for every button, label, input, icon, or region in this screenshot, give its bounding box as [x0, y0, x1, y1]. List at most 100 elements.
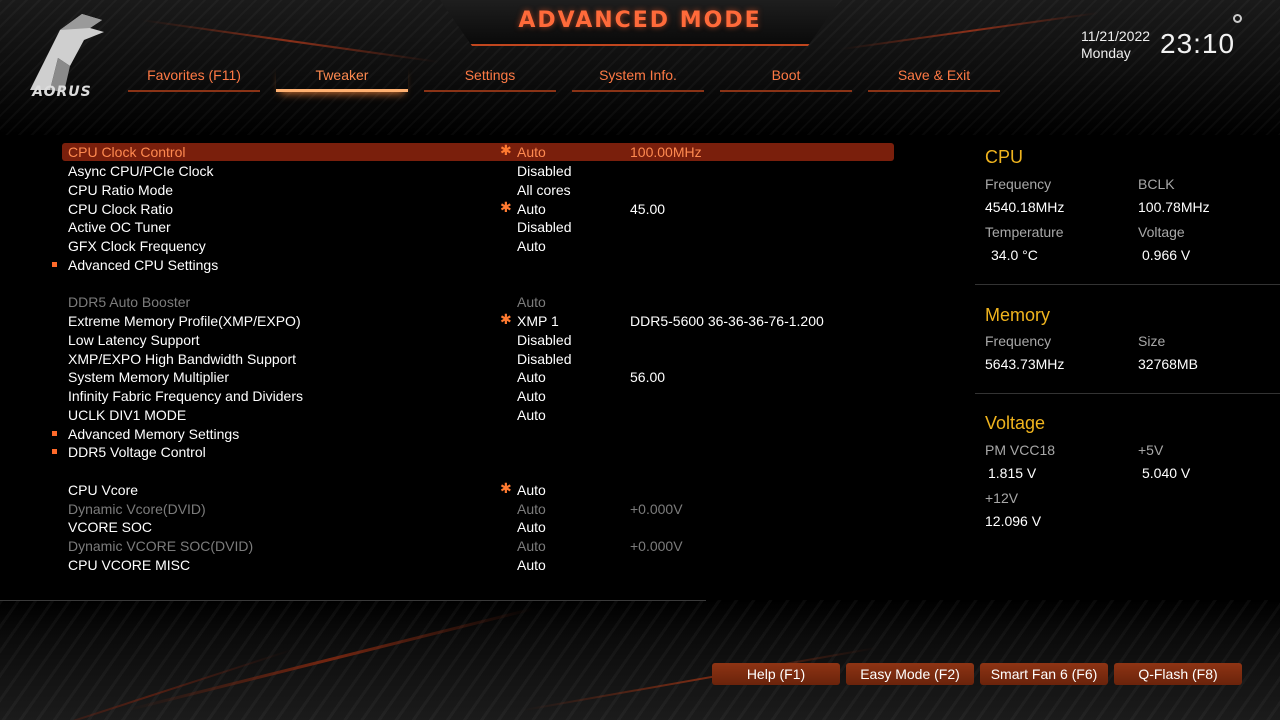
setting-label: System Memory Multiplier	[68, 369, 230, 385]
plus5v-label: +5V	[1138, 442, 1164, 458]
cpu-bclk-label: BCLK	[1138, 176, 1175, 192]
decor-streak	[141, 19, 439, 63]
tab-favorites[interactable]: Favorites (F11)	[128, 64, 260, 92]
setting-value: Auto	[517, 519, 546, 535]
tab-system-info[interactable]: System Info.	[572, 64, 704, 92]
setting-system-memory-multiplier[interactable]: System Memory Multiplier Auto 56.00	[62, 368, 894, 386]
setting-value: Auto	[517, 369, 546, 385]
setting-label: CPU Clock Ratio	[68, 201, 174, 217]
submenu-advanced-memory-settings[interactable]: Advanced Memory Settings	[52, 425, 894, 443]
setting-value: Auto	[517, 557, 546, 573]
pm-vcc18-label: PM VCC18	[985, 442, 1056, 458]
setting-label: Advanced Memory Settings	[68, 426, 240, 442]
cpu-bclk-value: 100.78MHz	[1138, 199, 1210, 215]
setting-cpu-vcore-misc[interactable]: CPU VCORE MISC Auto	[62, 556, 894, 574]
setting-value: Auto	[517, 501, 546, 517]
tab-tweaker[interactable]: Tweaker	[276, 64, 408, 92]
setting-cpu-clock-control[interactable]: CPU Clock Control ✱ Auto 100.00MHz	[62, 142, 894, 161]
memory-frequency-label: Frequency	[985, 333, 1052, 349]
setting-async-cpu-pcie-clock[interactable]: Async CPU/PCIe Clock Disabled	[62, 162, 894, 180]
setting-value: Auto	[517, 482, 546, 498]
submenu-advanced-cpu-settings[interactable]: Advanced CPU Settings	[52, 256, 894, 274]
cpu-section-title: CPU	[985, 147, 1024, 167]
plus12v-value: 12.096 V	[985, 513, 1042, 529]
settings-gear-icon[interactable]	[1233, 14, 1242, 23]
setting-infinity-fabric[interactable]: Infinity Fabric Frequency and Dividers A…	[62, 387, 894, 405]
setting-label: Low Latency Support	[68, 332, 200, 348]
setting-label: XMP/EXPO High Bandwidth Support	[68, 351, 297, 367]
setting-vcore-soc[interactable]: VCORE SOC Auto	[62, 518, 894, 536]
setting-dynamic-vcore-soc-dvid: Dynamic VCORE SOC(DVID) Auto +0.000V	[62, 537, 894, 555]
setting-value: Auto	[517, 294, 546, 310]
help-button[interactable]: Help (F1)	[712, 663, 840, 685]
cpu-frequency-value: 4540.18MHz	[985, 199, 1065, 215]
submenu-bullet-icon	[52, 449, 57, 454]
modified-star-icon: ✱	[500, 142, 512, 158]
setting-label: CPU VCORE MISC	[68, 557, 191, 573]
setting-value: Disabled	[517, 163, 572, 179]
setting-label: CPU Clock Control	[68, 144, 186, 160]
setting-readout: DDR5-5600 36-36-36-76-1.200	[630, 313, 824, 329]
mode-title: ADVANCED MODE	[518, 8, 762, 33]
setting-label: Infinity Fabric Frequency and Dividers	[68, 388, 303, 404]
voltage-section-title: Voltage	[985, 413, 1046, 433]
setting-value: Auto	[517, 201, 546, 217]
q-flash-button[interactable]: Q-Flash (F8)	[1114, 663, 1242, 685]
setting-label: Advanced CPU Settings	[68, 257, 219, 273]
setting-cpu-vcore[interactable]: CPU Vcore ✱ Auto	[62, 480, 894, 499]
memory-section-title: Memory	[985, 305, 1051, 325]
submenu-ddr5-voltage-control[interactable]: DDR5 Voltage Control	[52, 443, 894, 461]
cpu-voltage-label: Voltage	[1138, 224, 1185, 240]
plus12v-label: +12V	[985, 490, 1019, 506]
setting-low-latency-support[interactable]: Low Latency Support Disabled	[62, 331, 894, 349]
tab-settings[interactable]: Settings	[424, 64, 556, 92]
setting-cpu-ratio-mode[interactable]: CPU Ratio Mode All cores	[62, 181, 894, 199]
setting-label: GFX Clock Frequency	[68, 238, 206, 254]
setting-value: Disabled	[517, 351, 572, 367]
setting-label: CPU Vcore	[68, 482, 139, 498]
tab-save-exit[interactable]: Save & Exit	[868, 64, 1000, 92]
tab-boot[interactable]: Boot	[720, 64, 852, 92]
setting-xmp-expo-high-bandwidth[interactable]: XMP/EXPO High Bandwidth Support Disabled	[62, 350, 894, 368]
memory-frequency-value: 5643.73MHz	[985, 356, 1065, 372]
list-divider	[0, 600, 706, 601]
memory-size-label: Size	[1138, 333, 1166, 349]
cpu-temperature-label: Temperature	[985, 224, 1064, 240]
setting-label: DDR5 Voltage Control	[68, 444, 206, 460]
weekday-text: Monday	[1081, 45, 1131, 61]
smart-fan-button[interactable]: Smart Fan 6 (F6)	[980, 663, 1108, 685]
setting-extreme-memory-profile[interactable]: Extreme Memory Profile(XMP/EXPO) ✱ XMP 1…	[62, 311, 894, 330]
setting-readout: 100.00MHz	[630, 144, 702, 160]
setting-label: Dynamic VCORE SOC(DVID)	[68, 538, 254, 554]
modified-star-icon: ✱	[500, 199, 512, 215]
plus5v-value: 5.040 V	[1142, 465, 1191, 481]
setting-active-oc-tuner[interactable]: Active OC Tuner Disabled	[62, 218, 894, 236]
logo-text: AORUS	[32, 84, 92, 100]
setting-label: Async CPU/PCIe Clock	[68, 163, 214, 179]
submenu-bullet-icon	[52, 431, 57, 436]
panel-divider	[975, 393, 1280, 394]
time-display: 23:10	[1160, 28, 1236, 59]
cpu-voltage-value: 0.966 V	[1142, 247, 1191, 263]
setting-label: VCORE SOC	[68, 519, 153, 535]
date-display: 11/21/2022 Monday	[1081, 28, 1150, 62]
cpu-frequency-label: Frequency	[985, 176, 1052, 192]
setting-value: All cores	[517, 182, 571, 198]
setting-label: Active OC Tuner	[68, 219, 171, 235]
easy-mode-button[interactable]: Easy Mode (F2)	[846, 663, 974, 685]
footer-background	[0, 600, 1280, 720]
setting-gfx-clock-frequency[interactable]: GFX Clock Frequency Auto	[62, 237, 894, 255]
setting-value: Auto	[517, 538, 546, 554]
setting-cpu-clock-ratio[interactable]: CPU Clock Ratio ✱ Auto 45.00	[62, 199, 894, 218]
setting-value: XMP 1	[517, 313, 559, 329]
setting-readout: +0.000V	[630, 501, 683, 517]
cpu-temperature-value: 34.0 °C	[991, 247, 1038, 263]
setting-uclk-div1-mode[interactable]: UCLK DIV1 MODE Auto	[62, 406, 894, 424]
setting-value: Disabled	[517, 219, 572, 235]
decor-streak	[7, 648, 293, 720]
setting-label: DDR5 Auto Booster	[68, 294, 191, 310]
memory-size-value: 32768MB	[1138, 356, 1198, 372]
modified-star-icon: ✱	[500, 311, 512, 327]
pm-vcc18-value: 1.815 V	[988, 465, 1037, 481]
setting-value: Auto	[517, 407, 546, 423]
